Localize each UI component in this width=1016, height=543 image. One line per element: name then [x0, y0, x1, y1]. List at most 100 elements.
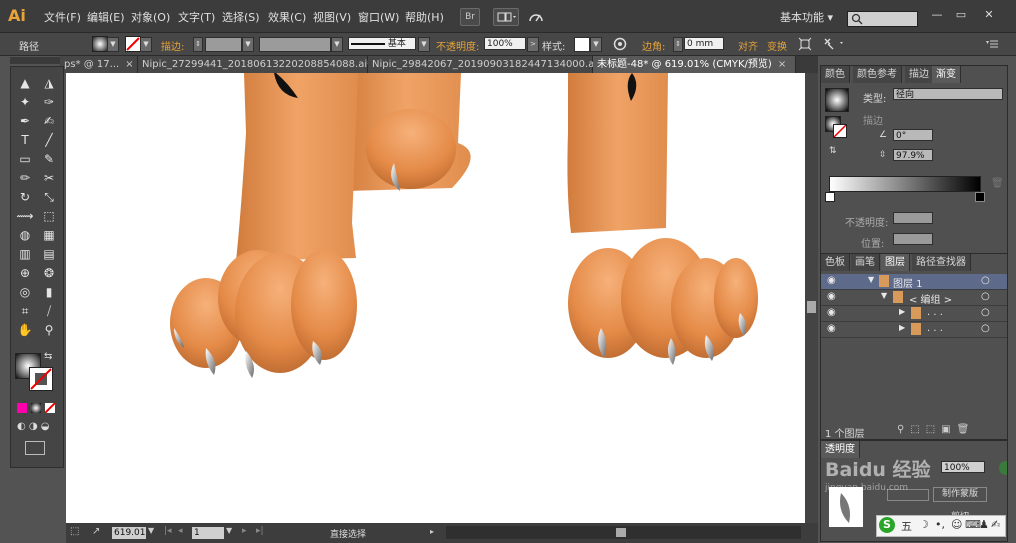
tool-button-9-1[interactable]: ▤ — [39, 246, 59, 263]
menu-edit[interactable]: 编辑(E) — [87, 9, 125, 25]
expand-triangle-icon[interactable]: ▶ — [899, 307, 905, 316]
menu-help[interactable]: 帮助(H) — [405, 9, 444, 25]
opacity-label[interactable]: 不透明度: — [436, 38, 479, 53]
brush-definition-field[interactable]: 基本 — [348, 37, 416, 50]
doc-tab-3[interactable]: Nipic_29842067_20190903182447134000.ai*× — [368, 56, 617, 73]
doc-tab-1[interactable]: ps* @ 17... × — [60, 56, 138, 73]
stop-location-field[interactable] — [893, 233, 933, 245]
recolor-artwork-button[interactable] — [613, 37, 627, 51]
ime-mode-label[interactable]: 五 — [901, 518, 912, 534]
expand-triangle-icon[interactable]: ▼ — [868, 275, 874, 284]
tool-button-10-0[interactable]: ⊕ — [15, 265, 35, 282]
menu-view[interactable]: 视图(V) — [313, 9, 351, 25]
make-mask-button[interactable]: 制作蒙版 — [933, 487, 987, 502]
last-artboard-button[interactable]: ▸| — [256, 526, 264, 536]
tools-icon[interactable]: ✍ — [991, 518, 1000, 531]
expand-triangle-icon[interactable]: ▼ — [881, 291, 887, 300]
tool-button-13-1[interactable]: ⚲ — [39, 322, 59, 339]
tool-button-2-1[interactable]: ✍ — [39, 113, 59, 130]
zoom-field[interactable]: 619.01 — [112, 527, 146, 539]
horizontal-scroll-thumb[interactable] — [616, 528, 626, 537]
target-circle-icon[interactable]: ○ — [981, 291, 990, 302]
menu-file[interactable]: 文件(F) — [44, 9, 81, 25]
fill-dropdown-arrow[interactable]: ▼ — [107, 37, 119, 52]
tool-button-3-0[interactable]: T — [15, 132, 35, 149]
tool-button-0-1[interactable]: ◮ — [39, 75, 59, 92]
search-input[interactable] — [847, 11, 918, 27]
workspace-switcher[interactable]: 基本功能 ▾ — [780, 9, 833, 25]
stroke-dropdown-arrow[interactable]: ▼ — [140, 37, 152, 52]
tool-button-10-1[interactable]: ❂ — [39, 265, 59, 282]
doc-tab-active[interactable]: 未标题-48* @ 619.01% (CMYK/预览) × — [593, 56, 796, 73]
draw-modes-icon[interactable]: ◐ ◑ ◒ — [17, 421, 57, 433]
emoji-icon[interactable]: ☺ — [951, 518, 962, 531]
stroke-swatch[interactable] — [125, 36, 141, 52]
tool-button-9-0[interactable]: ▥ — [15, 246, 35, 263]
artboard-canvas[interactable] — [66, 73, 805, 523]
vertical-scroll-thumb[interactable] — [807, 301, 816, 313]
tool-button-1-1[interactable]: ✑ — [39, 94, 59, 111]
horizontal-scrollbar[interactable] — [446, 526, 801, 539]
corner-radius-field[interactable]: 0 mm — [684, 37, 724, 50]
tool-button-12-0[interactable]: ⌗ — [15, 303, 35, 320]
layer-name[interactable]: . . . — [927, 307, 943, 318]
previous-artboard-button[interactable]: ◂ — [178, 526, 183, 536]
close-tab-icon[interactable]: × — [778, 59, 786, 70]
tab-stroke[interactable]: 描边 — [905, 66, 934, 83]
fill-swatch[interactable] — [92, 36, 108, 52]
layer-row[interactable]: ◉ ▼ < 编组 > ○ — [821, 290, 1007, 306]
menu-select[interactable]: 选择(S) — [222, 9, 260, 25]
layer-actions-icons[interactable]: ⚲⬚⬚▣🗑 — [897, 424, 975, 435]
tool-button-12-1[interactable]: ⧸ — [39, 303, 59, 320]
expand-triangle-icon[interactable]: ▶ — [899, 323, 905, 332]
swap-colors-icon[interactable]: ⇆ — [44, 351, 58, 363]
tab-layers[interactable]: 图层 — [881, 254, 910, 271]
transform-link[interactable]: 变换 — [767, 38, 787, 53]
export-icon[interactable]: ↗ — [92, 526, 106, 539]
tab-brushes[interactable]: 画笔 — [851, 254, 880, 271]
align-link[interactable]: 对齐 — [738, 38, 758, 53]
layer-name[interactable]: 图层 1 — [893, 275, 923, 290]
gradient-slider[interactable] — [829, 176, 981, 192]
stroke-weight-label[interactable]: 描边: — [161, 38, 184, 53]
menu-effect[interactable]: 效果(C) — [268, 9, 306, 25]
gpu-performance-button[interactable] — [527, 9, 545, 25]
layer-name[interactable]: < 编组 > — [909, 291, 952, 306]
artboard-dropdown-arrow[interactable]: ▼ — [226, 526, 232, 535]
tool-button-8-1[interactable]: ▦ — [39, 227, 59, 244]
stroke-weight-stepper[interactable]: ⇕ — [193, 37, 203, 52]
profile-dropdown[interactable]: ▼ — [331, 37, 343, 52]
tab-swatches[interactable]: 色板 — [821, 254, 850, 271]
tab-gradient[interactable]: 渐变 — [932, 66, 961, 83]
close-window-button[interactable]: ✕ — [979, 8, 999, 21]
stroke-color-box[interactable] — [29, 367, 53, 391]
tool-button-8-0[interactable]: ◍ — [15, 227, 35, 244]
tool-button-6-1[interactable]: ⤡ — [39, 189, 59, 206]
menu-type[interactable]: 文字(T) — [178, 9, 215, 25]
graphic-style-dropdown[interactable]: ▼ — [590, 37, 602, 52]
toolbar-grip[interactable] — [10, 57, 62, 64]
screen-mode-icon[interactable] — [25, 441, 45, 455]
control-bar-menu-button[interactable] — [985, 39, 999, 49]
corner-label[interactable]: 边角: — [642, 38, 665, 53]
color-mode-button[interactable] — [17, 403, 27, 413]
punctuation-icon[interactable]: •, — [935, 518, 945, 531]
layer-name[interactable]: . . . — [927, 323, 943, 334]
tool-button-13-0[interactable]: ✋ — [15, 322, 35, 339]
visibility-eye-icon[interactable]: ◉ — [827, 307, 836, 318]
aspect-ratio-field[interactable]: 97.9% — [893, 149, 933, 161]
transparency-thumbnail[interactable] — [829, 487, 863, 527]
target-circle-icon[interactable]: ○ — [981, 275, 990, 286]
tool-button-5-0[interactable]: ✏ — [15, 170, 35, 187]
stroke-weight-dropdown[interactable]: ▼ — [242, 37, 254, 52]
gradient-preview-swatch[interactable] — [825, 88, 849, 112]
stroke-weight-field[interactable] — [205, 37, 242, 52]
tab-pathfinder[interactable]: 路径查找器 — [912, 254, 971, 271]
tool-button-0-0[interactable]: ▲ — [15, 75, 35, 92]
artboard-navigator-icon[interactable]: ⬚ — [70, 526, 84, 539]
tool-button-4-1[interactable]: ✎ — [39, 151, 59, 168]
layer-row[interactable]: ◉ ▼ 图层 1 ○ — [821, 274, 1007, 290]
isolate-button[interactable] — [798, 37, 812, 51]
gradient-stop-white[interactable] — [825, 192, 835, 202]
tool-button-5-1[interactable]: ✂ — [39, 170, 59, 187]
